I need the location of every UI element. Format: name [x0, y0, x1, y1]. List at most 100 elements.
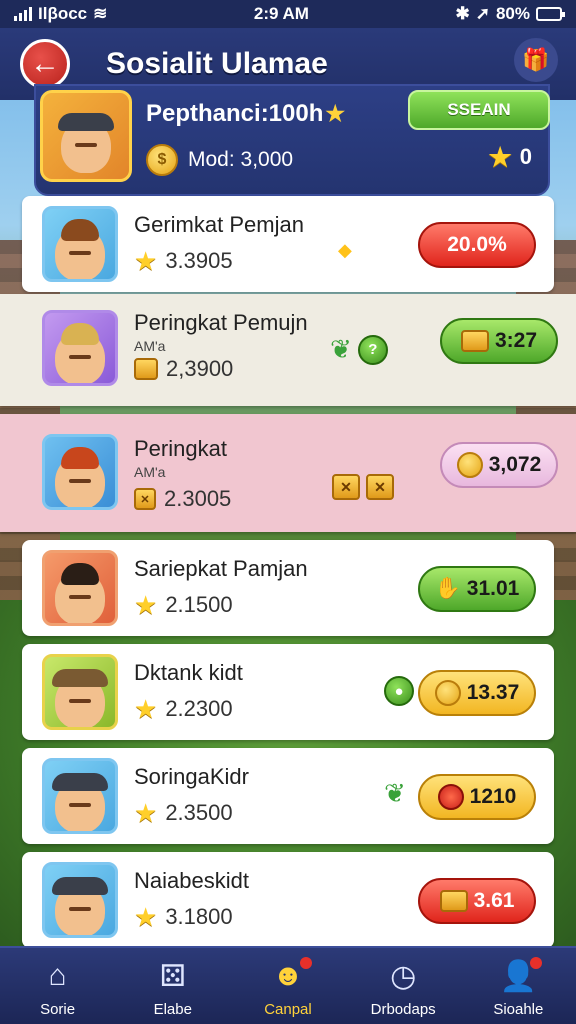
star-icon: ★ [134, 246, 158, 276]
reward-pill[interactable]: 3,072 [440, 442, 558, 488]
avatar [42, 206, 118, 282]
score-value: 3.3905 [165, 248, 233, 273]
reward-pill[interactable]: 20.0% [418, 222, 536, 268]
reward-value: 3.61 [473, 889, 515, 912]
badge-icon: ● [384, 676, 414, 706]
player-tag: AM'a [134, 464, 166, 480]
battery-icon [535, 7, 565, 21]
list-item[interactable]: Sariepkat Pamjan ★ 2.1500 ✋ 31.01 [22, 540, 554, 636]
player-score: ★ 2.1500 [134, 592, 233, 618]
player-score: 2,3900 [134, 356, 233, 382]
timer-icon [437, 784, 464, 810]
location-icon: ➚ [475, 4, 490, 23]
nav-label: Elabe [153, 1001, 192, 1018]
list-item[interactable]: SoringaKidr ★ 2.3500 ❦ 1210 [22, 748, 554, 844]
player-tag: AM'a [134, 338, 166, 354]
player-score: ★ 2.2300 [134, 696, 233, 722]
score-value: 2,3900 [166, 356, 234, 381]
reward-pill[interactable]: ✋ 31.01 [418, 566, 536, 612]
back-button[interactable]: ← [20, 39, 70, 89]
score-value: 2.2300 [165, 696, 233, 721]
player-name: Dktank kidt [134, 660, 243, 685]
reward-value: 31.01 [466, 577, 520, 600]
avatar [42, 862, 118, 938]
score-value: 3.1800 [165, 904, 233, 929]
nav-label: Drbodaps [370, 1001, 436, 1018]
reward-value: 3,072 [488, 453, 542, 476]
player-score: ★ 3.1800 [134, 904, 233, 930]
coins-value: Mod: 3,000 [188, 148, 294, 171]
player-score: ★ 3.3905 [134, 248, 233, 274]
star-icon: ★ [134, 694, 158, 724]
badges: ❦ ? [330, 334, 388, 365]
profile-name-text: Pepthanci:100h [146, 100, 324, 127]
reward-pill[interactable]: 13.37 [418, 670, 536, 716]
badge-icon: ? [357, 334, 388, 365]
home-icon: ⌂ [48, 959, 67, 992]
avatar-face [58, 113, 114, 173]
nav-label: Sorie [40, 1001, 76, 1018]
profile-name: Pepthanci:100h★ [146, 100, 345, 128]
bluetooth-icon: ✱ [455, 4, 470, 23]
nav-item-clock[interactable]: ◷ Drbodaps [353, 957, 453, 1019]
list-item[interactable]: Gerimkat Pemjan ★ 3.3905 ◆ 20.0% [22, 196, 554, 292]
star-icon: ★ [325, 101, 346, 126]
avatar [42, 758, 118, 834]
chest-icon [439, 890, 468, 912]
list-item[interactable]: Naiabeskidt ★ 3.1800 3.61 [22, 852, 554, 948]
ranking-list: Gerimkat Pemjan ★ 3.3905 ◆ 20.0% Peringk… [0, 196, 576, 956]
leaf-icon: ❦ [330, 334, 352, 364]
reward-value: 20.0% [447, 233, 507, 256]
reward-pill[interactable]: 1210 [418, 774, 536, 820]
cross-box-icon: ✕ [332, 474, 360, 500]
badges: ❦ [384, 778, 406, 809]
profile-stars: ★ 0 [488, 144, 532, 170]
avatar [42, 434, 118, 510]
signal-icon [14, 7, 32, 21]
star-icon: ★ [134, 798, 158, 828]
player-score: ★ 2.3500 [134, 800, 233, 826]
game-icon: ☻ [268, 957, 312, 995]
avatar [42, 550, 118, 626]
player-score: ✕ 2.3005 [134, 486, 231, 512]
coin-icon: $ [146, 144, 178, 176]
star-icon: ★ [134, 590, 158, 620]
player-name: Gerimkat Pemjan [134, 212, 304, 237]
list-item-highlighted[interactable]: Peringkat AM'a ✕ 2.3005 ✕ ✕ 3,072 [0, 414, 576, 532]
reward-pill[interactable]: 3.61 [418, 878, 536, 924]
profile-card: Pepthanci:100h★ SSEAIN $ Mod: 3,000 ★ 0 [34, 84, 550, 196]
carrier-label: Ilβocc [38, 4, 88, 23]
status-bar: Ilβocc ≋ 2:9 AM ✱ ➚ 80% [0, 0, 576, 28]
dice-icon: ⚄ [159, 959, 186, 993]
player-name: SoringaKidr [134, 764, 249, 789]
player-name: Peringkat [134, 436, 227, 461]
list-item[interactable]: Peringkat Pemujn AM'a 2,3900 ❦ ? 3:27 [0, 294, 576, 406]
player-name: Peringkat Pemujn [134, 310, 308, 335]
gift-icon[interactable]: 🎁 [514, 38, 558, 82]
star-icon: ★ [134, 902, 158, 932]
page-title: Sosialit Ulamae [106, 47, 328, 80]
nav-item-home[interactable]: ⌂ Sorie [8, 957, 108, 1018]
bottom-nav: ⌂ Sorie ⚄ Elabe ☻ Canpal ◷ Drbodaps 👤 Si… [0, 946, 576, 1024]
search-button[interactable]: SSEAIN [408, 90, 550, 130]
nav-item-dice[interactable]: ⚄ Elabe [123, 957, 223, 1019]
profile-avatar[interactable] [40, 90, 132, 182]
nav-item-game[interactable]: ☻ Canpal [238, 957, 338, 1018]
profile-coins: $ Mod: 3,000 [146, 144, 293, 176]
score-value: 2.3500 [165, 800, 233, 825]
chest-icon [460, 330, 489, 352]
nav-item-profile[interactable]: 👤 Sioahle [468, 957, 568, 1018]
chest-icon: ✕ [134, 488, 156, 510]
list-item[interactable]: Dktank kidt ★ 2.2300 ● 13.37 [22, 644, 554, 740]
nav-label: Sioahle [493, 1001, 544, 1018]
back-arrow-icon: ← [30, 47, 60, 80]
reward-pill[interactable]: 3:27 [440, 318, 558, 364]
badges: ✕ ✕ [332, 474, 394, 500]
clock: 2:9 AM [253, 4, 309, 23]
diamond-icon: ◆ [338, 240, 352, 260]
coin-icon [456, 452, 483, 478]
avatar [42, 654, 118, 730]
battery-label: 80% [495, 4, 530, 23]
cross-box-icon: ✕ [366, 474, 394, 500]
stars-value: 0 [519, 144, 532, 169]
